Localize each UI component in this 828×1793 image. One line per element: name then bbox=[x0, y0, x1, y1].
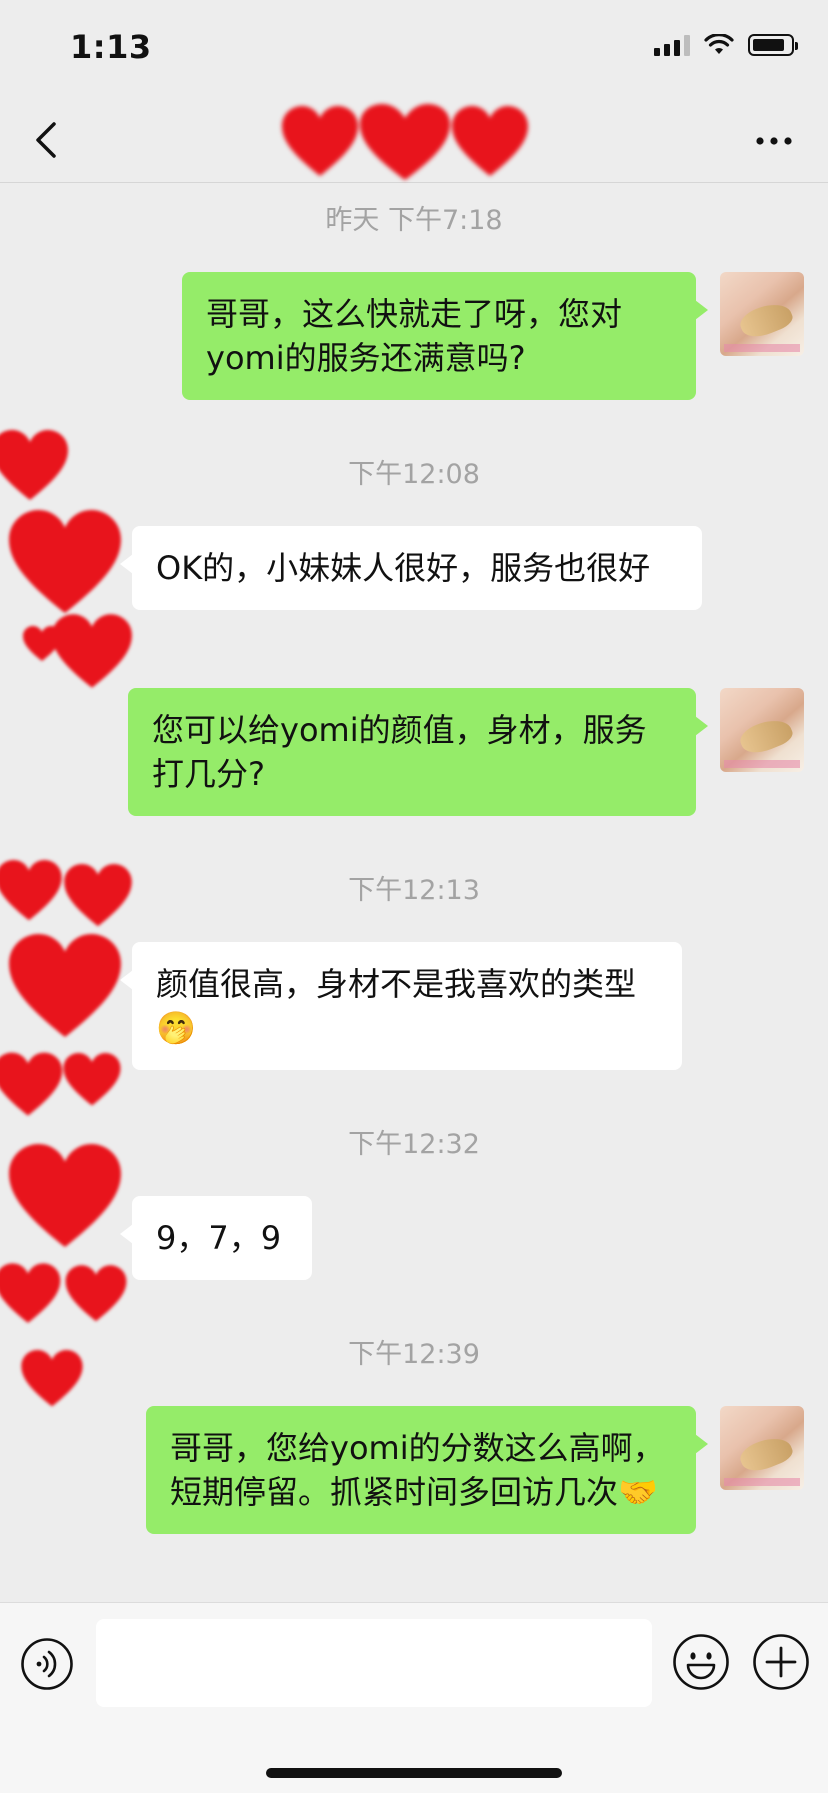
message-timestamp: 昨天 下午7:18 bbox=[325, 205, 503, 236]
heart-emoji bbox=[23, 626, 61, 661]
avatar-privacy-mask bbox=[0, 860, 140, 1420]
heart-emoji bbox=[0, 430, 68, 500]
my-avatar[interactable] bbox=[720, 688, 804, 772]
heart-emoji bbox=[0, 1263, 61, 1323]
voice-icon[interactable] bbox=[20, 1637, 74, 1691]
heart-emoji bbox=[65, 1265, 127, 1322]
message-input-bar bbox=[0, 1602, 828, 1793]
heart-emoji bbox=[0, 1052, 63, 1116]
incoming-message[interactable]: 9，7，9 bbox=[120, 1196, 312, 1280]
heart-emoji bbox=[64, 864, 132, 927]
incoming-message[interactable]: OK的，小妹妹人很好，服务也很好 bbox=[120, 526, 702, 610]
battery-icon bbox=[748, 34, 798, 56]
incoming-message[interactable]: 颜值很高，身材不是我喜欢的类型🤭 bbox=[120, 942, 682, 1070]
plus-icon[interactable] bbox=[752, 1633, 810, 1691]
message-input[interactable] bbox=[96, 1619, 652, 1707]
heart-emoji bbox=[52, 614, 132, 688]
heart-emoji bbox=[21, 1350, 83, 1407]
status-time: 1:13 bbox=[70, 28, 152, 66]
outgoing-message[interactable]: 哥哥，您给yomi的分数这么高啊，短期停留。抓紧时间多回访几次🤝 bbox=[146, 1406, 708, 1534]
contact-name-masked bbox=[270, 104, 540, 182]
emoji-icon[interactable] bbox=[672, 1633, 730, 1691]
heart-emoji bbox=[63, 1053, 121, 1106]
cellular-signal-icon bbox=[654, 34, 690, 56]
heart-emoji bbox=[9, 510, 121, 614]
heart-emoji bbox=[9, 934, 121, 1038]
status-bar: 1:13 bbox=[0, 0, 828, 100]
heart-emoji bbox=[9, 1144, 121, 1248]
outgoing-message[interactable]: 您可以给yomi的颜值，身材，服务打几分? bbox=[128, 688, 708, 816]
chat-header bbox=[0, 100, 828, 183]
chevron-left-icon[interactable] bbox=[28, 118, 68, 162]
status-icons bbox=[654, 34, 798, 56]
my-avatar[interactable] bbox=[720, 1406, 804, 1490]
heart-emoji bbox=[0, 860, 62, 921]
outgoing-message[interactable]: 哥哥，这么快就走了呀，您对yomi的服务还满意吗? bbox=[182, 272, 708, 400]
home-indicator[interactable] bbox=[266, 1768, 562, 1778]
avatar-privacy-mask bbox=[0, 430, 140, 710]
more-dots-icon[interactable] bbox=[754, 126, 794, 156]
my-avatar[interactable] bbox=[720, 272, 804, 356]
wifi-icon bbox=[704, 34, 734, 54]
heart-emoji bbox=[282, 104, 528, 180]
